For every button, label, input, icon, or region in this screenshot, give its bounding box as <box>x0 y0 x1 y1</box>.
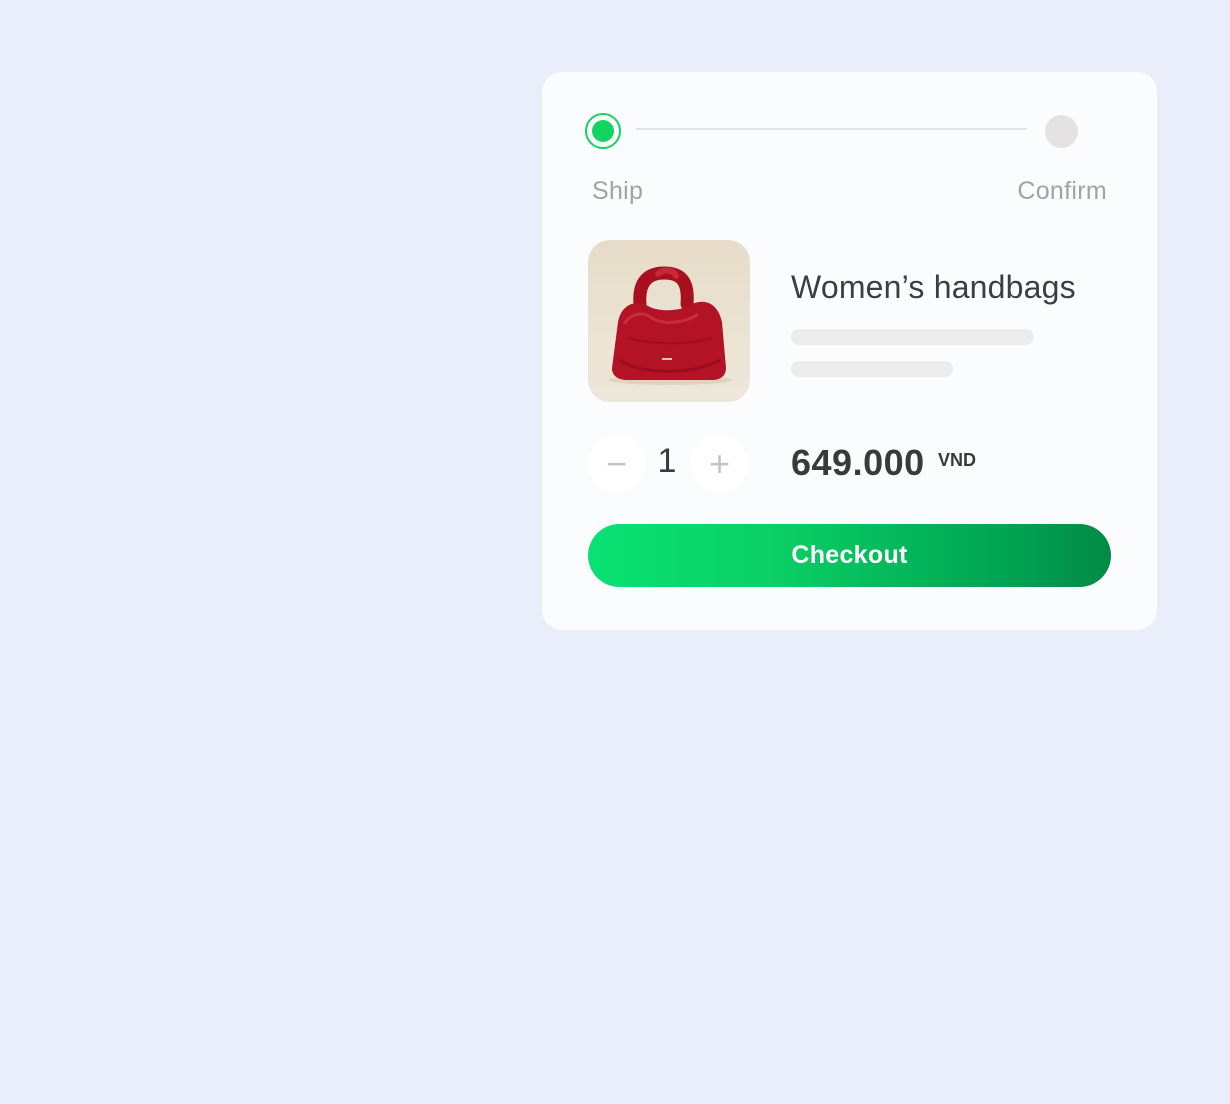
step-progress-line <box>636 128 1027 130</box>
step-confirm-label: Confirm <box>1017 177 1107 205</box>
red-handbag-icon <box>608 266 732 385</box>
minus-icon: − <box>605 442 628 484</box>
step-ship-label: Ship <box>592 177 644 205</box>
description-placeholder-line <box>791 361 953 377</box>
product-image <box>588 240 750 402</box>
product-price: 649.000 <box>791 442 925 483</box>
checkout-button[interactable]: Checkout <box>588 524 1111 587</box>
plus-icon: + <box>708 442 731 484</box>
description-placeholder-line <box>791 329 1034 345</box>
checkout-card: Ship Confirm Women’s handbags − 1 + 649.… <box>542 72 1157 630</box>
checkout-button-label: Checkout <box>791 541 908 569</box>
step-confirm-indicator <box>1045 115 1078 148</box>
step-ship-indicator <box>585 113 621 149</box>
increase-quantity-button[interactable]: + <box>691 435 748 492</box>
price-currency: VND <box>938 450 977 470</box>
product-title: Women’s handbags <box>791 269 1076 305</box>
decrease-quantity-button[interactable]: − <box>588 435 645 492</box>
quantity-value: 1 <box>657 442 677 480</box>
